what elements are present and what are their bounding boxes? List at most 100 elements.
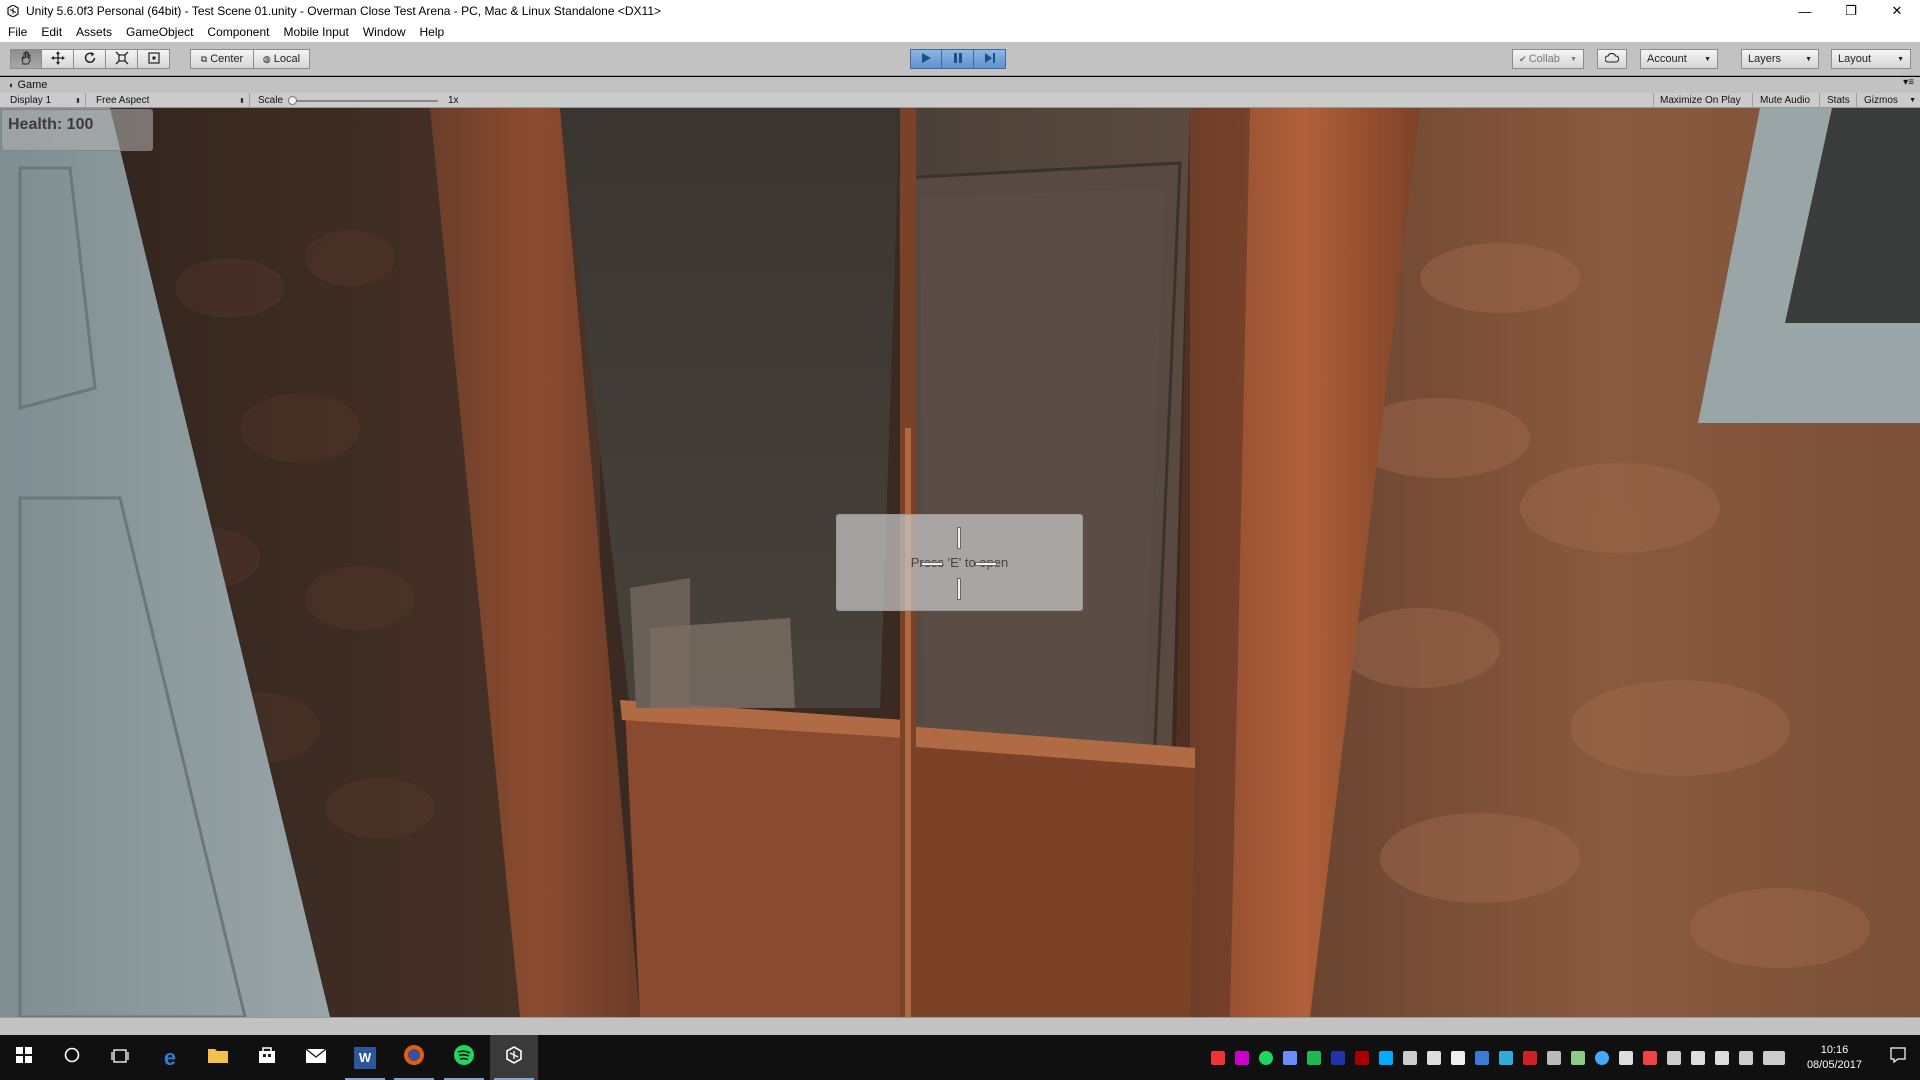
tray-app-icon[interactable] xyxy=(1475,1050,1489,1065)
tab-menu-icon[interactable]: ▾≡ xyxy=(1903,77,1914,88)
bluetooth-icon[interactable] xyxy=(1499,1050,1513,1065)
menu-help[interactable]: Help xyxy=(420,25,445,39)
maximize-on-play-toggle[interactable]: Maximize On Play xyxy=(1653,93,1753,108)
aspect-label: Free Aspect xyxy=(96,95,150,106)
collab-group: ✔ Collab ▼ xyxy=(1512,49,1584,69)
system-tray xyxy=(1206,1035,1790,1080)
scale-tool-button[interactable] xyxy=(106,49,138,69)
transform-tools xyxy=(10,49,170,69)
taskbar-clock[interactable]: 10:16 08/05/2017 xyxy=(1807,1043,1862,1073)
move-tool-button[interactable] xyxy=(42,49,74,69)
layers-dropdown[interactable]: Layers ▼ xyxy=(1741,49,1819,69)
windows-taskbar: e W 10:16 08/05/2017 xyxy=(0,1035,1920,1080)
tray-app-icon[interactable] xyxy=(1619,1050,1633,1065)
step-button[interactable] xyxy=(974,49,1006,69)
battery-icon[interactable] xyxy=(1667,1050,1681,1065)
menu-gameobject[interactable]: GameObject xyxy=(126,25,193,39)
tray-app-icon[interactable] xyxy=(1331,1050,1345,1065)
tray-app-icon[interactable] xyxy=(1523,1050,1537,1065)
pacman-game-icon: ◖ xyxy=(8,80,14,90)
crosshair-bottom-line xyxy=(957,578,961,600)
health-display: Health: 100 xyxy=(1,109,153,151)
menu-file[interactable]: File xyxy=(8,25,27,39)
keyboard-icon[interactable] xyxy=(1763,1050,1785,1065)
restore-button[interactable]: ❐ xyxy=(1828,0,1874,22)
pivot-center-toggle[interactable]: ⧉ Center xyxy=(190,49,254,69)
menu-window[interactable]: Window xyxy=(363,25,406,39)
pivot-local-toggle[interactable]: ◍ Local xyxy=(254,49,310,69)
scale-control: Scale 1x xyxy=(252,93,472,108)
cloud-icon xyxy=(1604,52,1620,66)
window-title: Unity 5.6.0f3 Personal (64bit) - Test Sc… xyxy=(26,4,661,18)
rotate-tool-button[interactable] xyxy=(74,49,106,69)
dropdown-arrow-icon: ▼ xyxy=(1704,55,1711,63)
taskbar-unity[interactable] xyxy=(490,1035,538,1080)
network-wifi-icon[interactable] xyxy=(1691,1050,1705,1065)
taskbar-word[interactable]: W xyxy=(341,1035,389,1080)
dropdown-arrow-icon: ▼ xyxy=(1570,55,1577,63)
start-button[interactable] xyxy=(0,1035,48,1080)
rect-tool-button[interactable] xyxy=(138,49,170,69)
task-view-icon xyxy=(111,1047,129,1068)
collab-dropdown[interactable]: ✔ Collab ▼ xyxy=(1512,49,1584,69)
tray-app-icon[interactable] xyxy=(1451,1050,1465,1065)
tray-app-icon[interactable] xyxy=(1355,1050,1369,1065)
pen-workspace-icon[interactable] xyxy=(1739,1050,1753,1065)
tray-app-icon[interactable] xyxy=(1427,1050,1441,1065)
cloud-services-button[interactable] xyxy=(1597,49,1627,69)
scale-slider-handle[interactable] xyxy=(288,96,297,105)
crosshair-top-line xyxy=(957,527,961,549)
stats-toggle[interactable]: Stats xyxy=(1821,93,1857,108)
tray-app-icon[interactable] xyxy=(1307,1050,1321,1065)
spotify-icon xyxy=(453,1044,475,1071)
tray-spotify-icon[interactable] xyxy=(1259,1050,1273,1065)
onedrive-cloud-icon[interactable] xyxy=(1547,1050,1561,1065)
scale-slider-track[interactable] xyxy=(288,100,438,102)
store-bag-icon xyxy=(258,1046,276,1069)
tray-app-icon[interactable] xyxy=(1211,1050,1225,1065)
game-tab[interactable]: ◖ Game xyxy=(8,79,47,91)
gizmos-dropdown[interactable]: Gizmos ▼ xyxy=(1858,93,1920,108)
account-label: Account xyxy=(1647,53,1687,65)
dropdown-arrow-icon: ▼ xyxy=(1805,55,1812,63)
display-dropdown[interactable]: Display 1 ⬍ xyxy=(0,93,86,108)
unity-logo-icon xyxy=(505,1046,523,1069)
taskbar-store[interactable] xyxy=(243,1035,291,1080)
tray-app-icon[interactable] xyxy=(1403,1050,1417,1065)
hand-tool-button[interactable] xyxy=(10,49,42,69)
volume-speaker-icon[interactable] xyxy=(1715,1050,1729,1065)
health-text: Health: 100 xyxy=(8,116,94,133)
close-button[interactable]: ✕ xyxy=(1874,0,1920,22)
action-center-button[interactable] xyxy=(1876,1035,1920,1080)
taskbar-mail[interactable] xyxy=(292,1035,340,1080)
taskbar-file-explorer[interactable] xyxy=(194,1035,242,1080)
play-button[interactable] xyxy=(910,49,942,69)
minimize-button[interactable]: — xyxy=(1782,0,1828,22)
game-view-toolbar: Display 1 ⬍ Free Aspect ⬍ Scale 1x Maxim… xyxy=(0,93,1920,108)
account-dropdown[interactable]: Account ▼ xyxy=(1640,49,1718,69)
taskbar-edge[interactable]: e xyxy=(146,1035,194,1080)
taskbar-spotify[interactable] xyxy=(440,1035,488,1080)
windows-logo-icon xyxy=(16,1047,32,1068)
aspect-dropdown[interactable]: Free Aspect ⬍ xyxy=(90,93,250,108)
layout-dropdown[interactable]: Layout ▼ xyxy=(1831,49,1911,69)
task-view-button[interactable] xyxy=(96,1035,144,1080)
menu-mobile-input[interactable]: Mobile Input xyxy=(283,25,348,39)
tray-app-icon[interactable] xyxy=(1643,1050,1657,1065)
scale-label: Scale xyxy=(258,95,284,106)
cortana-search-button[interactable] xyxy=(48,1035,96,1080)
tray-app-icon[interactable] xyxy=(1595,1050,1609,1065)
menu-assets[interactable]: Assets xyxy=(76,25,112,39)
tray-app-icon[interactable] xyxy=(1283,1050,1297,1065)
taskbar-firefox[interactable] xyxy=(390,1035,438,1080)
menu-component[interactable]: Component xyxy=(207,25,269,39)
account-group: Account ▼ xyxy=(1640,49,1718,69)
edge-browser-icon: e xyxy=(163,1044,177,1070)
menu-edit[interactable]: Edit xyxy=(41,25,62,39)
pause-button[interactable] xyxy=(942,49,974,69)
step-icon xyxy=(984,52,996,67)
tray-app-icon[interactable] xyxy=(1235,1050,1249,1065)
tray-app-icon[interactable] xyxy=(1571,1050,1585,1065)
tray-app-icon[interactable] xyxy=(1379,1050,1393,1065)
mute-audio-toggle[interactable]: Mute Audio xyxy=(1754,93,1820,108)
